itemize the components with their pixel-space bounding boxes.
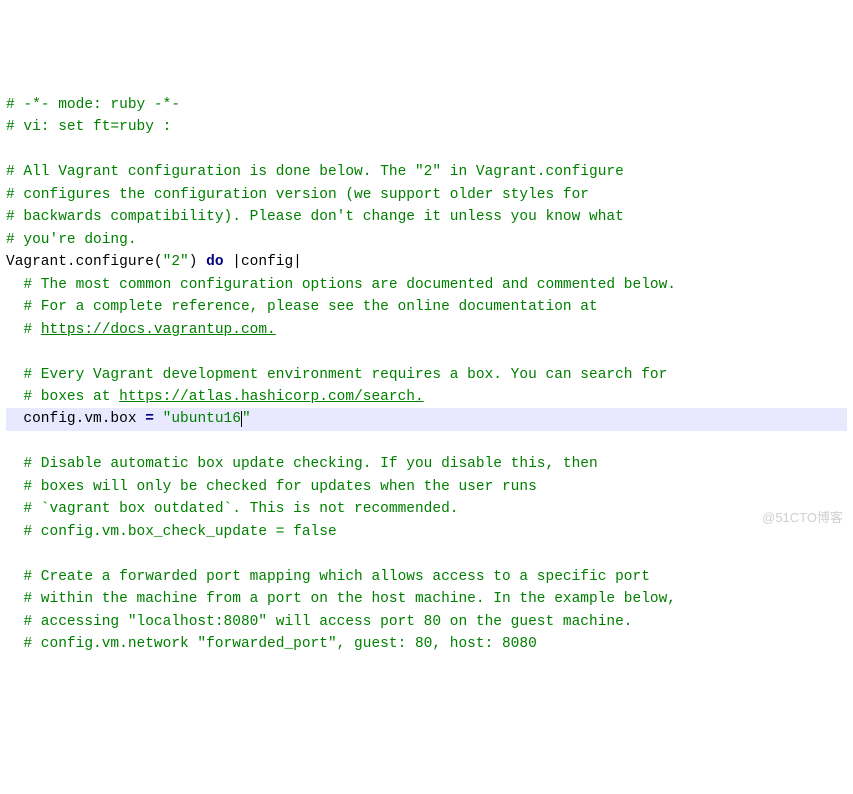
comment: # -*- mode: ruby -*- (6, 97, 180, 113)
string: "ubuntu16 (163, 411, 241, 427)
comment: # The most common configuration options … (6, 277, 676, 293)
string: "2" (163, 254, 189, 270)
comment: # configures the configuration version (… (6, 187, 589, 203)
string: " (242, 411, 251, 427)
operator: = (145, 411, 154, 427)
code-text: Vagrant.configure( (6, 254, 163, 270)
code-text (154, 411, 163, 427)
comment: # Disable automatic box update checking.… (6, 456, 598, 472)
link-docs: https://docs.vagrantup.com. (41, 322, 276, 338)
comment: # backwards compatibility). Please don't… (6, 209, 624, 225)
comment: # boxes will only be checked for updates… (6, 479, 537, 495)
highlighted-line: config.vm.box = "ubuntu16" (6, 408, 847, 430)
keyword-do: do (206, 254, 223, 270)
comment: # config.vm.network "forwarded_port", gu… (6, 636, 537, 652)
comment: # Create a forwarded port mapping which … (6, 569, 650, 585)
comment: # All Vagrant configuration is done belo… (6, 164, 624, 180)
comment: # `vagrant box outdated`. This is not re… (6, 501, 458, 517)
comment: # accessing "localhost:8080" will access… (6, 614, 633, 630)
comment: # (6, 322, 41, 338)
comment: # vi: set ft=ruby : (6, 119, 171, 135)
comment: # Every Vagrant development environment … (6, 367, 667, 383)
code-block: # -*- mode: ruby -*- # vi: set ft=ruby :… (6, 94, 847, 656)
watermark: @51CTO博客 (762, 508, 843, 528)
code-text: |config| (224, 254, 302, 270)
comment: # For a complete reference, please see t… (6, 299, 598, 315)
comment: # config.vm.box_check_update = false (6, 524, 337, 540)
link-atlas: https://atlas.hashicorp.com/search. (119, 389, 424, 405)
comment: # boxes at (6, 389, 119, 405)
comment: # within the machine from a port on the … (6, 591, 676, 607)
comment: # you're doing. (6, 232, 137, 248)
code-text: ) (189, 254, 206, 270)
code-text: config.vm.box (6, 411, 145, 427)
